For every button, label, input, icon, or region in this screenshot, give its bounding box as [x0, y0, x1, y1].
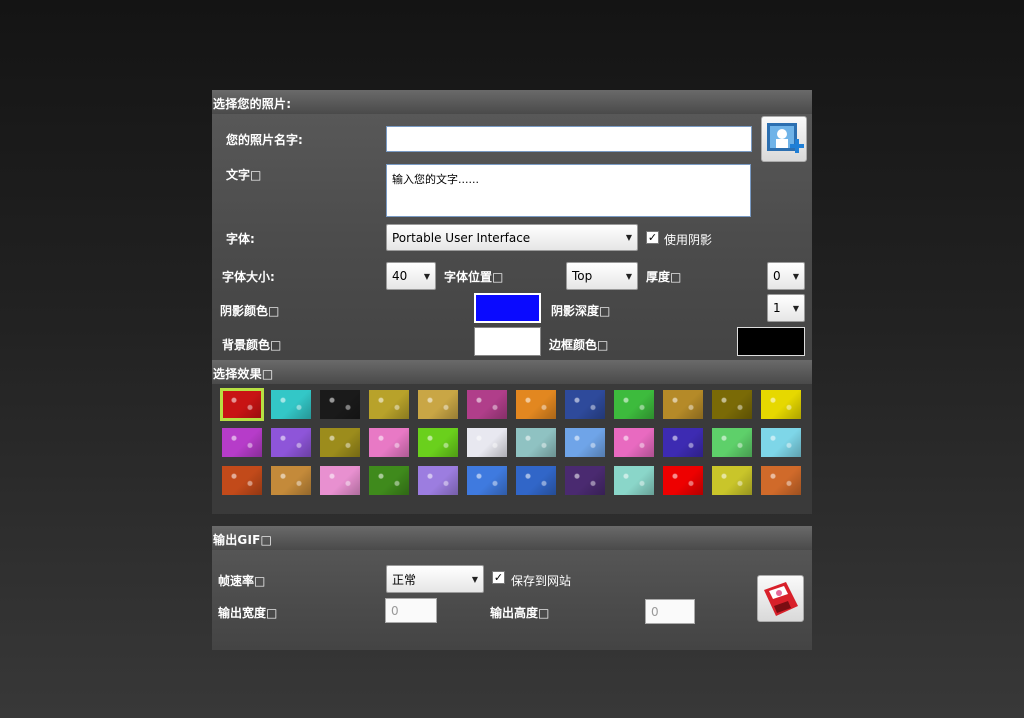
effect-tile[interactable]: [222, 466, 262, 495]
font-label: 字体:: [226, 232, 255, 246]
effect-tile[interactable]: [663, 390, 703, 419]
effect-tile[interactable]: [761, 390, 801, 419]
effect-tile[interactable]: [467, 466, 507, 495]
text-textarea[interactable]: 输入您的文字......: [386, 164, 751, 217]
effect-tile[interactable]: [663, 428, 703, 457]
effect-tile[interactable]: [761, 466, 801, 495]
effect-tile[interactable]: [320, 390, 360, 419]
text-label: 文字□: [226, 168, 262, 182]
font-position-select[interactable]: Top ▼: [566, 262, 638, 290]
effect-tile[interactable]: [614, 466, 654, 495]
effect-tile[interactable]: [712, 390, 752, 419]
effect-tile[interactable]: [614, 390, 654, 419]
border-color-swatch[interactable]: [737, 327, 805, 356]
effect-tile[interactable]: [320, 428, 360, 457]
save-to-site-label: 保存到网站: [511, 574, 572, 588]
thickness-label: 厚度□: [646, 270, 682, 284]
save-to-site-checkbox[interactable]: ✓: [492, 571, 505, 584]
effect-tile[interactable]: [271, 390, 311, 419]
border-color-label: 边框颜色□: [549, 338, 609, 352]
frame-rate-label: 帧速率□: [218, 574, 266, 588]
effect-tile[interactable]: [418, 466, 458, 495]
output-height-input[interactable]: [645, 599, 695, 624]
effect-tile[interactable]: [369, 466, 409, 495]
save-disk-icon: [764, 582, 798, 616]
font-size-select[interactable]: 40 ▼: [386, 262, 436, 290]
effect-tile[interactable]: [271, 466, 311, 495]
effect-tile[interactable]: [614, 428, 654, 457]
output-section-title: 输出GIF: [213, 533, 261, 547]
effect-tile[interactable]: [516, 428, 556, 457]
effects-grid: [212, 384, 812, 514]
shadow-checkbox[interactable]: ✓: [646, 231, 659, 244]
font-size-label: 字体大小:: [222, 270, 275, 284]
shadow-depth-label: 阴影深度□: [551, 304, 611, 318]
effect-tile[interactable]: [418, 428, 458, 457]
photo-section-header: 选择您的照片:: [212, 90, 812, 114]
shadow-checkbox-label: 使用阴影: [664, 233, 713, 247]
effects-section-title: 选择效果: [213, 367, 262, 381]
add-photo-button[interactable]: [761, 116, 807, 162]
shadow-color-swatch[interactable]: [474, 293, 541, 323]
font-select[interactable]: Portable User Interface ▼: [386, 224, 638, 251]
shadow-depth-value: 1: [773, 301, 781, 315]
photo-section-title: 选择您的照片:: [213, 97, 292, 111]
effect-tile[interactable]: [271, 428, 311, 457]
effects-section-header: 选择效果□: [212, 360, 812, 384]
chevron-down-icon: ▼: [792, 303, 800, 313]
output-height-label: 输出高度□: [490, 606, 550, 620]
chevron-down-icon: ▼: [792, 271, 800, 281]
photo-name-label: 您的照片名字:: [226, 133, 303, 147]
effect-tile[interactable]: [761, 428, 801, 457]
effect-tile[interactable]: [663, 466, 703, 495]
thickness-select[interactable]: 0 ▼: [767, 262, 805, 290]
effect-tile[interactable]: [467, 390, 507, 419]
chevron-down-icon: ▼: [625, 233, 633, 242]
frame-rate-value: 正常: [392, 572, 417, 587]
effect-tile[interactable]: [369, 390, 409, 419]
text-textarea-value: 输入您的文字......: [392, 173, 479, 186]
chevron-down-icon: ▼: [625, 271, 633, 281]
chevron-down-icon: ▼: [423, 271, 431, 281]
effect-tile[interactable]: [467, 428, 507, 457]
effect-tile[interactable]: [516, 466, 556, 495]
shadow-color-label: 阴影颜色□: [220, 304, 280, 318]
add-photo-icon: [767, 123, 804, 153]
font-select-value: Portable User Interface: [392, 230, 531, 245]
effect-tile[interactable]: [516, 390, 556, 419]
effect-tile[interactable]: [369, 428, 409, 457]
font-position-label: 字体位置□: [444, 270, 504, 284]
output-width-input[interactable]: [385, 598, 437, 623]
thickness-value: 0: [773, 269, 781, 283]
effect-tile[interactable]: [320, 466, 360, 495]
effect-tile[interactable]: [565, 428, 605, 457]
output-width-label: 输出宽度□: [218, 606, 278, 620]
effect-tile[interactable]: [712, 428, 752, 457]
effect-tile[interactable]: [222, 428, 262, 457]
bg-color-label: 背景颜色□: [222, 338, 282, 352]
frame-rate-select[interactable]: 正常 ▼: [386, 565, 484, 593]
effect-tile[interactable]: [565, 466, 605, 495]
effect-tile[interactable]: [418, 390, 458, 419]
effect-tile[interactable]: [565, 390, 605, 419]
chevron-down-icon: ▼: [471, 574, 479, 584]
font-size-value: 40: [392, 269, 408, 283]
effect-tile[interactable]: [220, 388, 264, 421]
shadow-depth-select[interactable]: 1 ▼: [767, 294, 805, 322]
effect-tile[interactable]: [712, 466, 752, 495]
font-position-value: Top: [572, 269, 593, 283]
photo-name-input[interactable]: [386, 126, 752, 152]
save-gif-button[interactable]: [757, 575, 804, 622]
bg-color-swatch[interactable]: [474, 327, 541, 356]
output-section-header: 输出GIF□: [212, 526, 812, 550]
